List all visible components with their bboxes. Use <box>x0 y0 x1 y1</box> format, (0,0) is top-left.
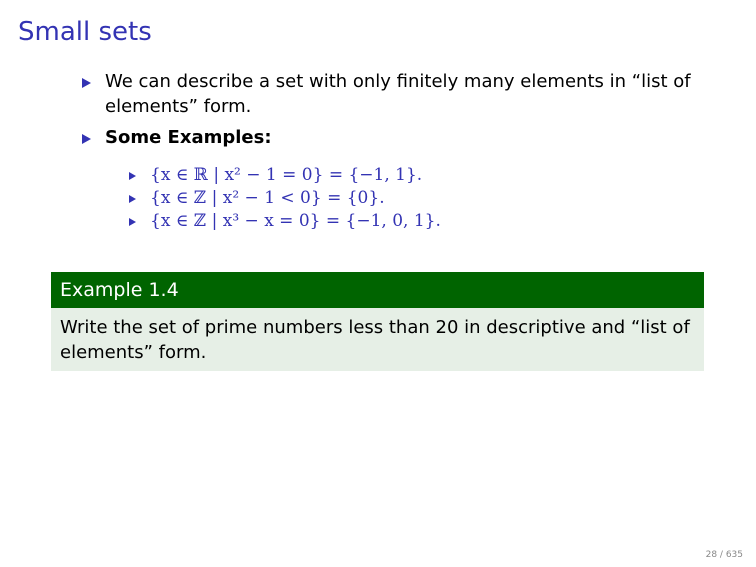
bullet-text: We can describe a set with only finitely… <box>105 71 691 117</box>
example-body: Write the set of prime numbers less than… <box>51 308 704 371</box>
page-number: 28 / 635 <box>705 550 743 560</box>
bullet-item-description: We can describe a set with only finitely… <box>78 69 700 119</box>
set-expression: {x ∈ ℤ | x³ − x = 0} = {−1, 0, 1}. <box>150 211 441 231</box>
example-sub-list: {x ∈ ℝ | x² − 1 = 0} = {−1, 1}. {x ∈ ℤ |… <box>127 164 441 233</box>
bullet-list: We can describe a set with only finitely… <box>78 69 700 156</box>
sub-item-example-1: {x ∈ ℝ | x² − 1 = 0} = {−1, 1}. <box>127 164 441 187</box>
example-block: Example 1.4 Write the set of prime numbe… <box>51 272 704 371</box>
set-expression: {x ∈ ℝ | x² − 1 = 0} = {−1, 1}. <box>150 165 423 185</box>
bullet-text: Some Examples: <box>105 127 272 148</box>
sub-bullet-triangle-icon <box>129 172 136 180</box>
slide-title: Small sets <box>18 17 152 47</box>
bullet-triangle-icon <box>82 134 91 144</box>
set-expression: {x ∈ ℤ | x² − 1 < 0} = {0}. <box>150 188 385 208</box>
sub-bullet-triangle-icon <box>129 218 136 226</box>
example-heading: Example 1.4 <box>51 272 704 308</box>
bullet-item-examples: Some Examples: <box>78 125 700 150</box>
sub-item-example-2: {x ∈ ℤ | x² − 1 < 0} = {0}. <box>127 187 441 210</box>
sub-item-example-3: {x ∈ ℤ | x³ − x = 0} = {−1, 0, 1}. <box>127 210 441 233</box>
bullet-triangle-icon <box>82 78 91 88</box>
sub-bullet-triangle-icon <box>129 195 136 203</box>
